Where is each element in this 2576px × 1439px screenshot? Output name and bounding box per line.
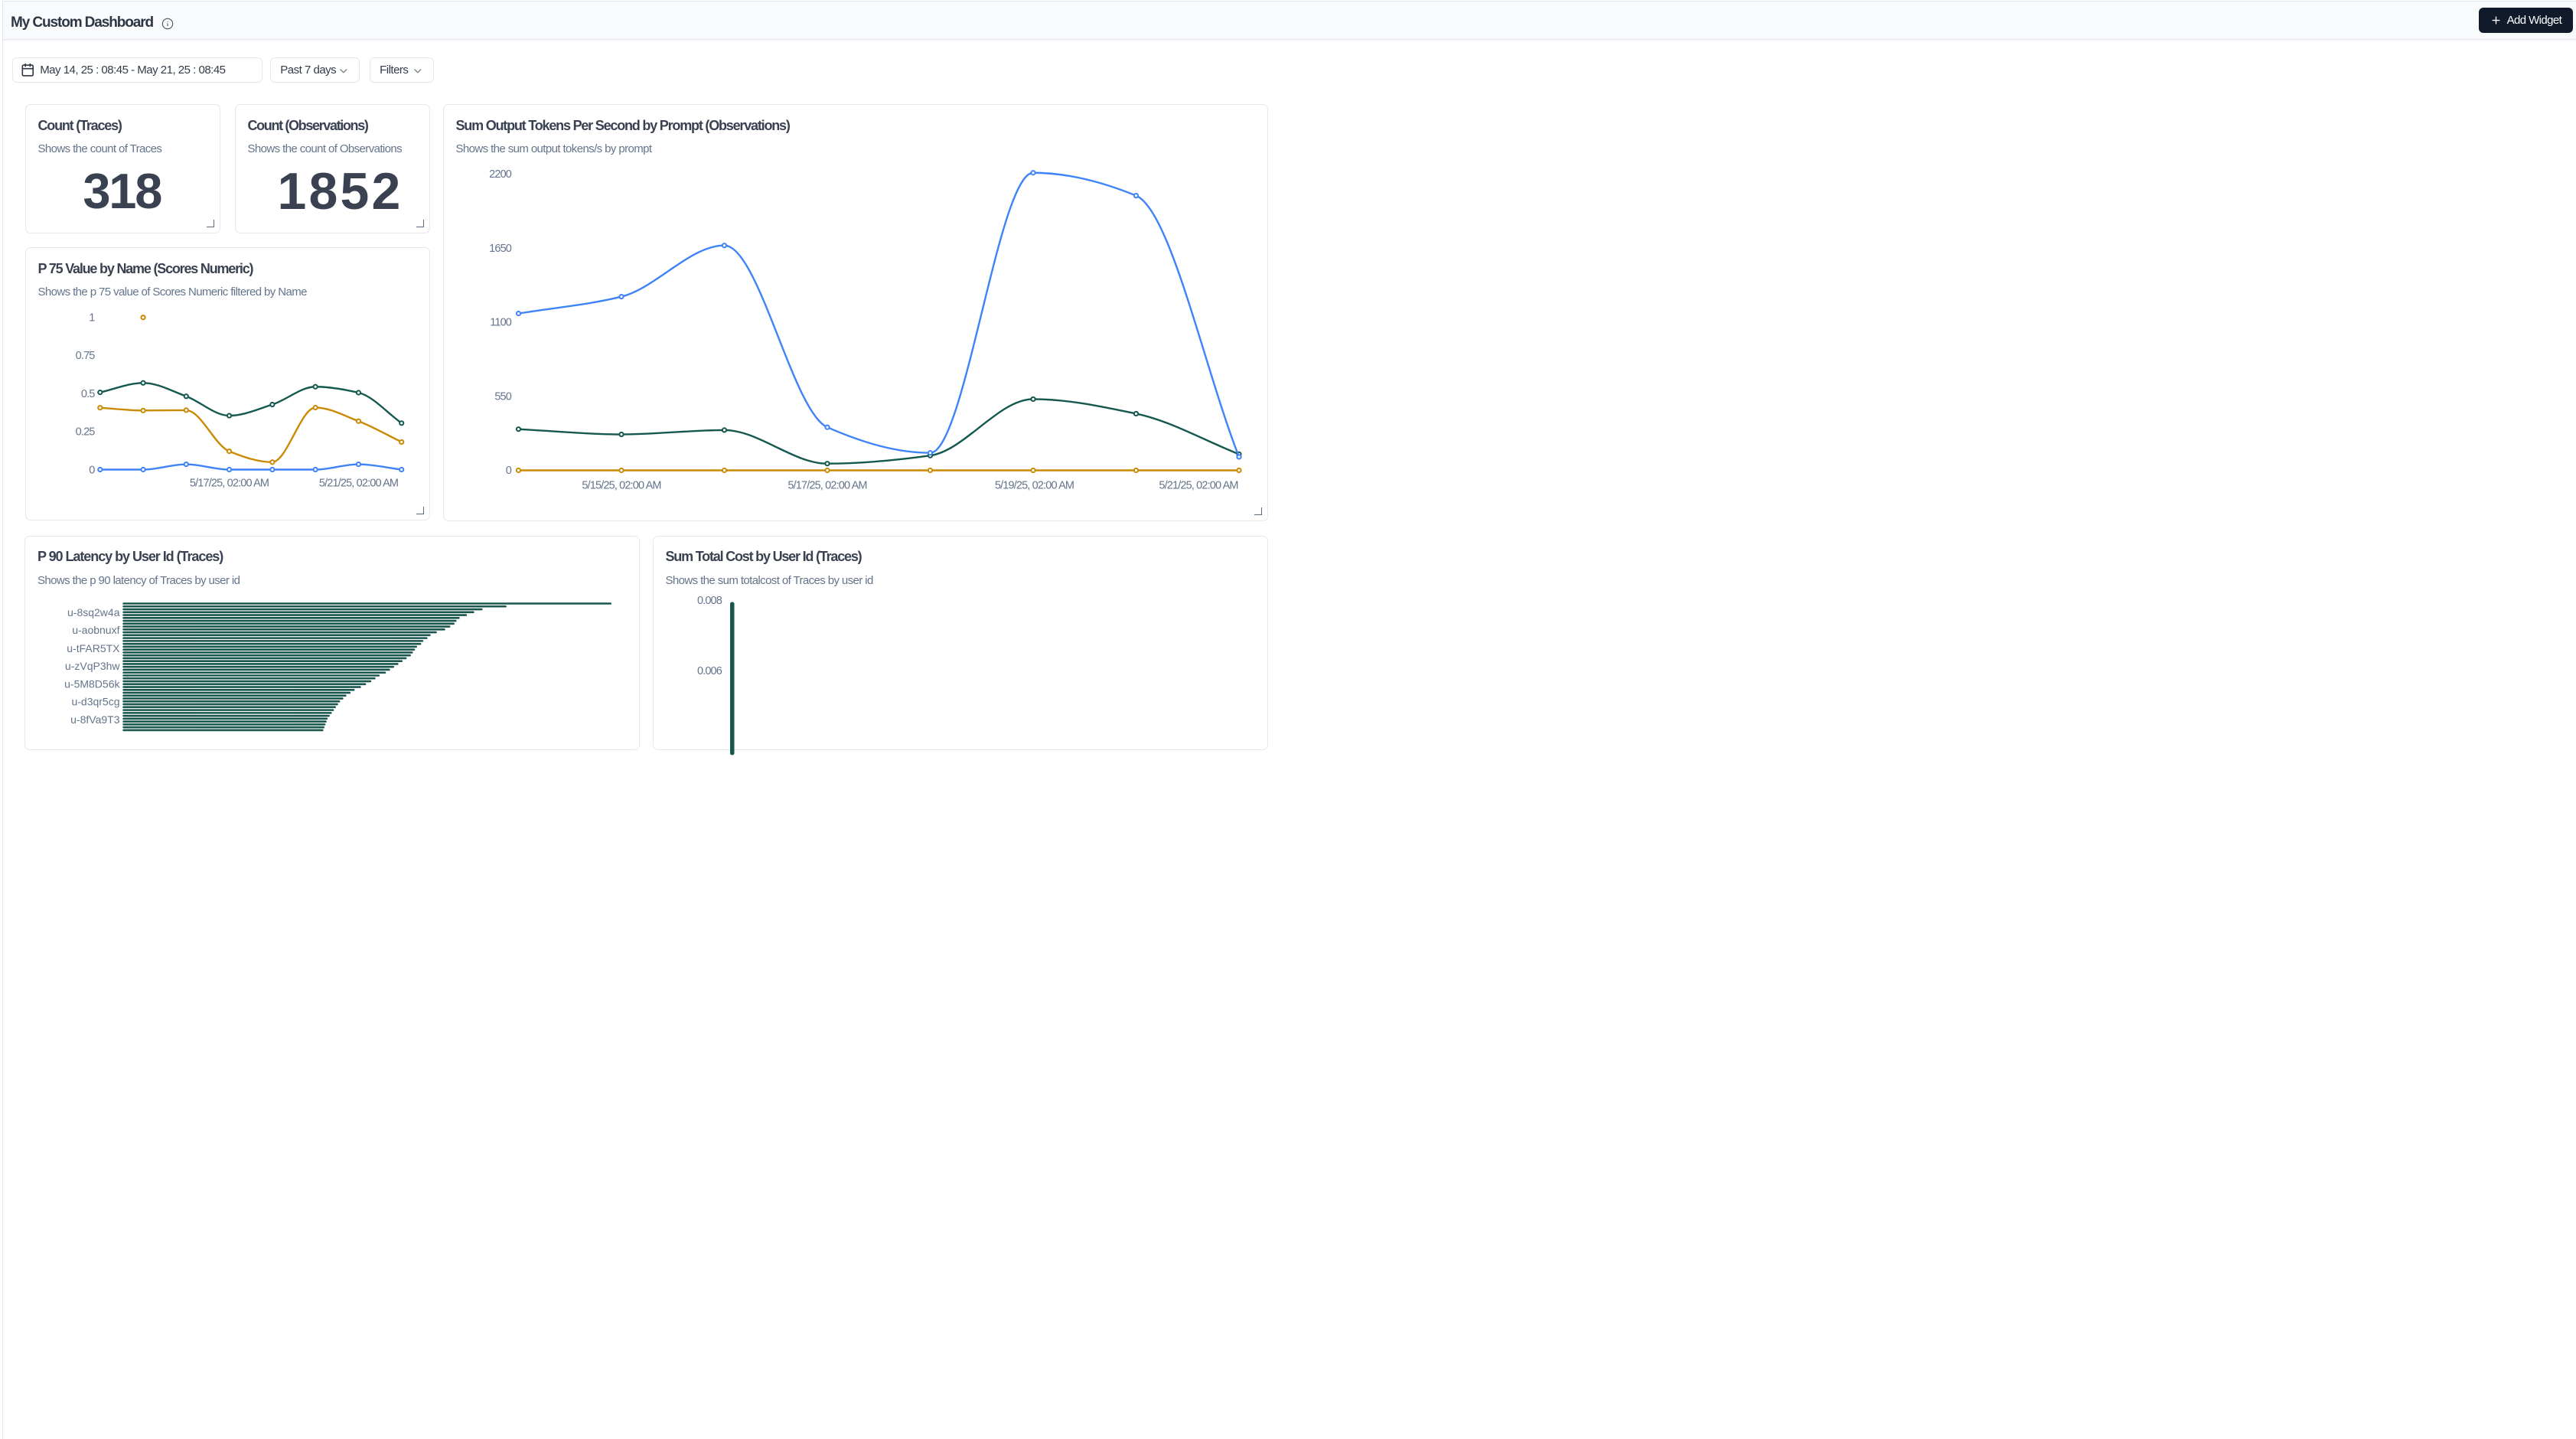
svg-text:2200: 2200: [489, 168, 512, 181]
svg-text:5/17/25, 02:00 AM: 5/17/25, 02:00 AM: [787, 480, 866, 492]
svg-text:1100: 1100: [490, 317, 512, 329]
svg-text:0.006: 0.006: [696, 664, 722, 677]
svg-text:0.008: 0.008: [696, 595, 722, 607]
svg-text:0.5: 0.5: [80, 388, 94, 400]
svg-text:0.75: 0.75: [75, 350, 95, 362]
svg-text:5/15/25, 02:00 AM: 5/15/25, 02:00 AM: [582, 480, 660, 492]
svg-text:u-8sq2w4a: u-8sq2w4a: [67, 605, 120, 618]
svg-text:u-tFAR5TX: u-tFAR5TX: [67, 641, 120, 654]
svg-text:5/21/25, 02:00 AM: 5/21/25, 02:00 AM: [318, 478, 397, 490]
svg-text:0: 0: [505, 465, 511, 477]
svg-text:5/21/25, 02:00 AM: 5/21/25, 02:00 AM: [1159, 480, 1237, 492]
svg-text:u-5M8D56k: u-5M8D56k: [64, 677, 120, 690]
svg-text:1: 1: [89, 312, 95, 325]
svg-text:550: 550: [494, 390, 511, 403]
svg-text:u-aobnuxf: u-aobnuxf: [72, 624, 119, 636]
svg-text:0.25: 0.25: [75, 426, 95, 439]
svg-text:0: 0: [89, 465, 95, 477]
svg-text:1650: 1650: [489, 243, 512, 255]
svg-text:u-zVqP3hw: u-zVqP3hw: [65, 659, 120, 671]
svg-text:5/17/25, 02:00 AM: 5/17/25, 02:00 AM: [189, 478, 268, 490]
svg-text:u-8fVa9T3: u-8fVa9T3: [70, 713, 120, 725]
svg-text:5/19/25, 02:00 AM: 5/19/25, 02:00 AM: [994, 480, 1073, 492]
svg-text:u-d3qr5cg: u-d3qr5cg: [71, 695, 119, 707]
